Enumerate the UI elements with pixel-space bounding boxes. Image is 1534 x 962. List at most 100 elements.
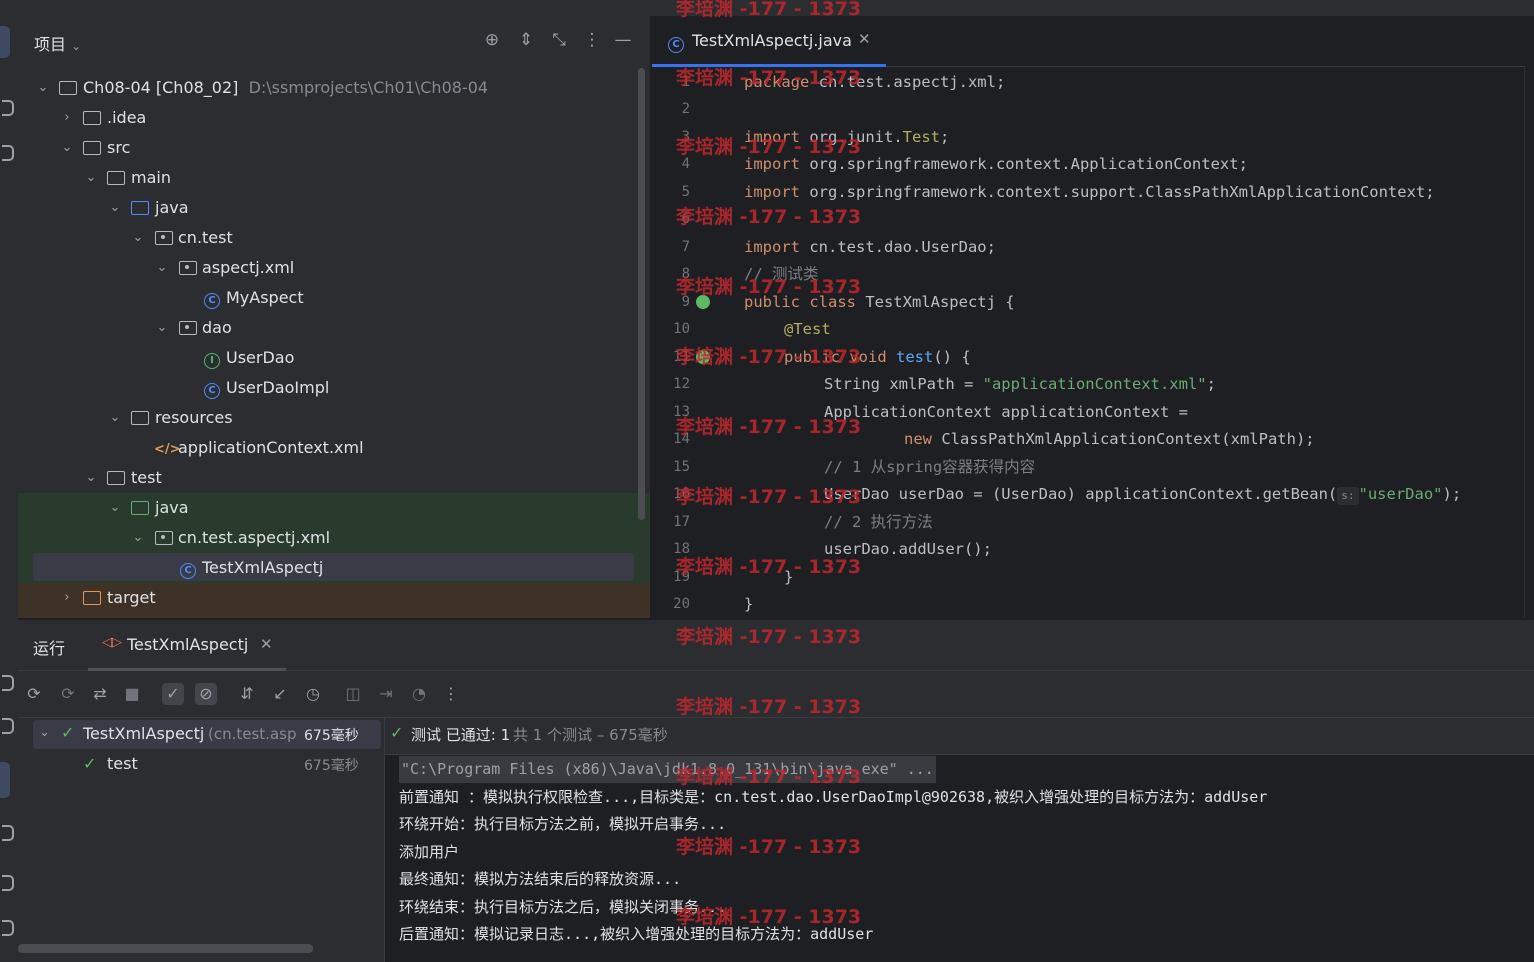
module-folder-icon [59, 81, 77, 95]
tool-icon[interactable] [2, 718, 14, 734]
more-options-icon[interactable]: ⋮ [440, 683, 462, 705]
tree-item-aspectj-xml[interactable]: ⌄ aspectj.xml [18, 253, 650, 283]
tool-icon[interactable] [2, 100, 14, 116]
class-file-icon: C [668, 32, 684, 53]
package-icon [155, 231, 173, 245]
tree-item-resources[interactable]: ⌄ resources [18, 403, 650, 433]
tree-item-src[interactable]: ⌄ src [18, 133, 650, 163]
console-line: 添加用户 [399, 843, 460, 861]
tree-item-dao[interactable]: ⌄ dao [18, 313, 650, 343]
more-options-icon[interactable]: ⋮ [581, 30, 603, 50]
run-tool-button[interactable] [0, 762, 10, 798]
parameter-hint: s: [1337, 487, 1359, 505]
expand-all-icon[interactable]: ⇕ [515, 30, 537, 50]
tree-item-cn-test-aspectj-xml[interactable]: ⌄ cn.test.aspectj.xml [18, 523, 650, 553]
close-run-tab-icon[interactable]: ✕ [260, 635, 273, 653]
test-child-duration: 675毫秒 [304, 758, 359, 774]
pass-check-icon: ✓ [61, 723, 75, 742]
code-line: 3 import org.junit.Test; [681, 128, 950, 146]
run-method-gutter-icon[interactable] [696, 350, 710, 364]
collapse-icon[interactable]: ↙ [269, 683, 291, 705]
test-child-row[interactable]: ✓ test 675毫秒 [33, 751, 381, 779]
code-line: 2 [681, 101, 690, 117]
interface-icon: I [204, 353, 220, 369]
tree-horizontal-scrollbar[interactable] [18, 944, 313, 953]
pass-check-icon: ✓ [83, 754, 97, 773]
tree-item-main[interactable]: ⌄ main [18, 163, 650, 193]
test-root-row[interactable]: ⌄ ✓ TestXmlAspectj (cn.test.asp 675毫秒 [33, 720, 381, 749]
tree-item-target[interactable]: › target [18, 583, 650, 613]
package-icon [179, 261, 197, 275]
close-tab-icon[interactable]: ✕ [858, 30, 871, 48]
sort-icon[interactable]: ⇵ [236, 683, 258, 705]
run-config-tab[interactable]: ◁▷ TestXmlAspectj ✕ [88, 620, 286, 671]
history-icon[interactable]: ◷ [302, 683, 324, 705]
code-line: 20} [673, 595, 754, 613]
run-panel-title: 运行 [33, 639, 66, 658]
code-line: 7 import cn.test.dao.UserDao; [681, 238, 996, 256]
show-passed-icon[interactable]: ✓ [162, 683, 184, 705]
screenshot-icon[interactable]: ◫ [342, 683, 364, 705]
toggle-auto-test-icon[interactable]: ⇄ [89, 683, 111, 705]
pass-check-icon: ✓ [390, 723, 404, 742]
code-line: 8// 测试类 [681, 265, 819, 283]
test-root-duration: 675毫秒 [304, 728, 359, 744]
class-icon: C [204, 383, 220, 399]
tool-icon[interactable] [2, 145, 14, 161]
show-ignored-icon[interactable]: ⊘ [195, 683, 217, 705]
tree-item-testxmlaspectj[interactable]: C TestXmlAspectj [18, 553, 650, 583]
tool-icon[interactable] [2, 675, 14, 691]
console-line: 环绕结束：执行目标方法之后，模拟关闭事务... [399, 898, 727, 916]
source-folder-icon [131, 201, 149, 215]
run-test-gutter-icon[interactable] [696, 295, 710, 309]
code-editor[interactable]: C TestXmlAspectj.java ✕ 1 package cn.test… [652, 16, 1534, 618]
tree-item-myaspect[interactable]: C MyAspect [18, 283, 650, 313]
tree-item-test[interactable]: ⌄ test [18, 463, 650, 493]
resources-folder-icon [131, 411, 149, 425]
tree-item-userdao[interactable]: I UserDao [18, 343, 650, 373]
project-panel: 项目 ⌄ ⊕ ⇕ ⤡ ⋮ — ⌄ Ch08-04 [Ch08_02] D:\ss… [18, 16, 650, 618]
tool-icon[interactable] [2, 825, 14, 841]
run-tab-label: TestXmlAspectj [127, 635, 249, 654]
code-line: 4 import org.springframework.context.Appl… [681, 155, 1248, 173]
console-line: 后置通知：模拟记录日志...,被织入增强处理的目标方法为：addUser [399, 925, 874, 943]
chevron-down-icon[interactable]: ⌄ [39, 725, 50, 740]
console-line: 最终通知：模拟方法结束后的释放资源... [399, 870, 682, 888]
tool-icon[interactable] [2, 875, 14, 891]
collapse-all-icon[interactable]: ⤡ [548, 30, 570, 50]
folder-icon [83, 141, 101, 155]
test-summary: 共 1 个测试 – 675毫秒 [513, 726, 668, 744]
tool-icon[interactable] [2, 920, 14, 936]
rerun-icon[interactable]: ⟳ [23, 683, 45, 705]
run-panel: 运行 ◁▷ TestXmlAspectj ✕ ⟳ ⟳ ⇄ ■ ✓ ⊘ ⇵ ↙ ◷… [18, 620, 1534, 962]
tree-item-test-java[interactable]: ⌄ java [18, 493, 650, 523]
console-output[interactable]: ✓ 测试 已通过: 1 共 1 个测试 – 675毫秒 "C:\Program … [384, 718, 1534, 962]
tree-item-cn-test[interactable]: ⌄ cn.test [18, 223, 650, 253]
tree-item-main-java[interactable]: ⌄ java [18, 193, 650, 223]
folder-icon [107, 171, 125, 185]
locate-icon[interactable]: ⊕ [481, 30, 503, 50]
tree-item-idea[interactable]: › .idea [18, 103, 650, 133]
tree-item-applicationcontext-xml[interactable]: </> applicationContext.xml [18, 433, 650, 463]
code-line: 12 String xmlPath = "applicationContext.x… [673, 375, 1216, 393]
project-panel-header: 项目 ⌄ ⊕ ⇕ ⤡ ⋮ — [18, 16, 650, 66]
test-source-folder-icon [131, 501, 149, 515]
code-line: 17// 2 执行方法 [673, 513, 933, 531]
xml-file-icon: </> [154, 442, 181, 457]
coverage-icon[interactable]: ◔ [408, 683, 430, 705]
editor-tab[interactable]: C TestXmlAspectj.java ✕ [652, 16, 886, 67]
code-line: 18 userDao.addUser(); [673, 540, 992, 558]
code-line: 9 public class TestXmlAspectj { [681, 293, 1015, 311]
stop-icon[interactable]: ■ [121, 683, 143, 705]
code-line: 19} [673, 568, 794, 586]
title-bar [0, 0, 1534, 16]
rerun-failed-icon[interactable]: ⟳ [57, 683, 79, 705]
tree-item-userdaoimpl[interactable]: C UserDaoImpl [18, 373, 650, 403]
test-root-package: (cn.test.asp [208, 725, 297, 743]
active-tab-indicator [652, 64, 886, 67]
project-panel-title[interactable]: 项目 ⌄ [34, 31, 81, 55]
minimize-icon[interactable]: — [612, 30, 634, 50]
tree-item-project-root[interactable]: ⌄ Ch08-04 [Ch08_02] D:\ssmprojects\Ch01\… [18, 73, 650, 103]
project-tool-button[interactable] [0, 26, 10, 58]
import-icon[interactable]: ⇥ [375, 683, 397, 705]
